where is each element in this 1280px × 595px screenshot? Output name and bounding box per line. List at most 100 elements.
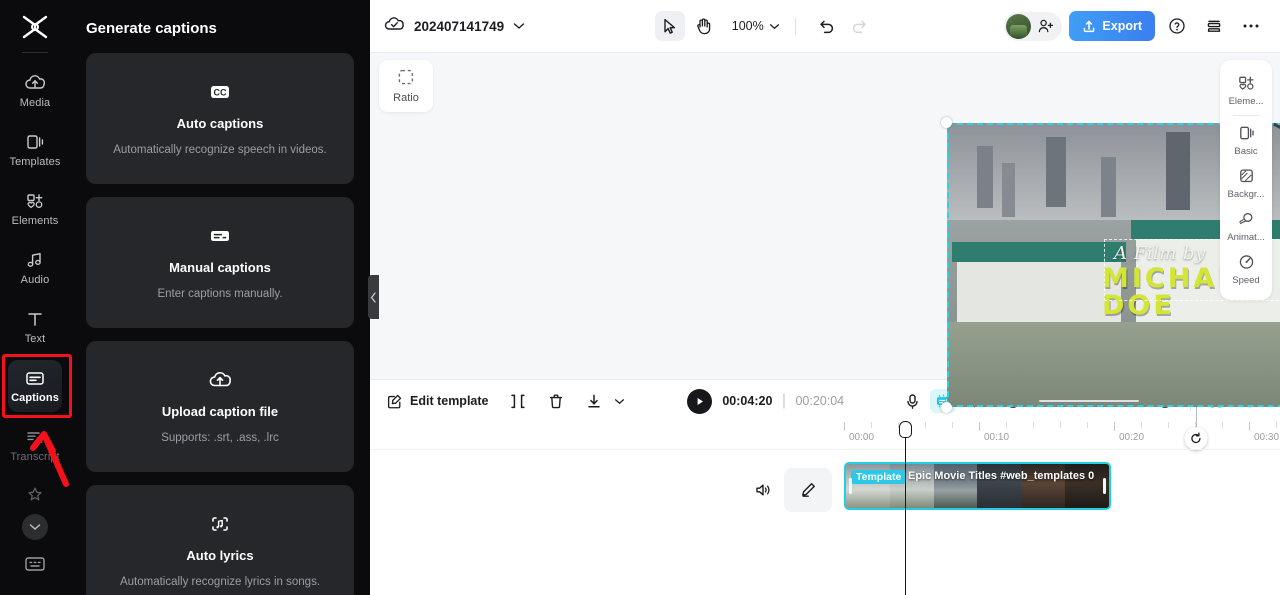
clip-trim-handle-right[interactable] <box>1103 478 1106 494</box>
sidebar-item-captions[interactable]: Captions <box>8 360 62 412</box>
elements-icon <box>24 191 46 211</box>
ruler-tick <box>1006 422 1007 428</box>
export-label: Export <box>1102 19 1142 33</box>
background-icon <box>1239 169 1253 183</box>
ruler-tick <box>871 422 872 428</box>
timeline-tracks: Template Epic Movie Titles #web_template… <box>370 421 1280 595</box>
templates-icon <box>24 132 46 152</box>
sidebar-item-label: Media <box>19 97 51 109</box>
playback-controls: 00:04:20 | 00:20:04 <box>687 388 844 414</box>
playhead-knob[interactable] <box>899 421 912 438</box>
timecode-separator: | <box>781 392 787 409</box>
track-header <box>370 468 832 512</box>
mute-button[interactable] <box>748 476 778 504</box>
tool-basic[interactable]: Basic <box>1222 118 1270 161</box>
playhead[interactable] <box>899 421 912 595</box>
undo-button[interactable] <box>811 11 841 41</box>
roof <box>951 242 1126 263</box>
clip-title: Epic Movie Titles #web_templates 0 <box>908 470 1095 482</box>
ruler-tick <box>1033 422 1034 428</box>
microphone-button[interactable] <box>897 387 927 415</box>
ruler-tick <box>1141 422 1142 428</box>
zoom-level-selector[interactable]: 100% <box>732 19 780 33</box>
zoom-level-value: 100% <box>731 19 764 33</box>
export-upload-icon <box>1084 20 1095 33</box>
ruler-label: 00:20 <box>1119 432 1145 443</box>
timeline: Edit template 00:04:20 | 00:20:04 00:00 … <box>370 379 1280 595</box>
animation-icon <box>1238 213 1252 225</box>
add-person-icon[interactable] <box>1037 18 1054 34</box>
download-icon <box>587 394 600 408</box>
layers-button[interactable] <box>1199 11 1229 41</box>
sidebar-shortcuts-button[interactable] <box>23 554 47 579</box>
basic-icon <box>1239 126 1254 140</box>
capcut-editor: Media Templates Elements Audio Text Capt… <box>0 0 1280 595</box>
download-dropdown-button[interactable] <box>605 387 635 415</box>
sidebar-expand-button[interactable] <box>22 514 48 540</box>
avatar[interactable] <box>1006 13 1032 39</box>
current-time: 00:04:20 <box>722 394 773 408</box>
pencil-icon <box>802 483 815 497</box>
preview-stage: Ratio A Film by MICHAEL DOE Eleme... Bas… <box>370 53 1280 450</box>
split-button[interactable] <box>503 387 533 415</box>
cloud-saved-icon[interactable] <box>384 15 405 37</box>
more-horizontal-icon <box>1243 24 1259 28</box>
manual-captions-card[interactable]: Manual captions Enter captions manually. <box>86 197 354 328</box>
tool-divider <box>1233 115 1259 116</box>
auto-captions-card[interactable]: CC Auto captions Automatically recognize… <box>86 53 354 184</box>
play-button[interactable] <box>687 388 713 414</box>
sidebar-item-media[interactable]: Media <box>8 65 62 117</box>
tool-speed[interactable]: Speed <box>1222 247 1270 290</box>
cloud-upload-icon <box>24 73 46 93</box>
project-name[interactable]: 202407141749 <box>414 19 504 34</box>
ratio-button[interactable]: Ratio <box>379 60 433 112</box>
card-title: Upload caption file <box>161 404 279 419</box>
star-icon <box>24 484 46 504</box>
more-options-button[interactable] <box>1236 11 1266 41</box>
ruler-tick <box>1168 422 1169 428</box>
building <box>1001 162 1015 217</box>
resize-handle-bottom-left[interactable] <box>941 402 952 413</box>
capcut-logo[interactable] <box>17 10 53 44</box>
select-tool-button[interactable] <box>654 11 685 41</box>
auto-lyrics-card[interactable]: Auto lyrics Automatically recognize lyri… <box>86 485 354 595</box>
redo-icon <box>852 20 866 34</box>
delete-button[interactable] <box>541 387 571 415</box>
tool-background[interactable]: Backgr... <box>1222 161 1270 204</box>
sidebar-item-audio[interactable]: Audio <box>8 242 62 294</box>
toolbar-divider <box>794 17 796 35</box>
panel-collapse-button[interactable] <box>368 275 379 319</box>
hand-tool-button[interactable] <box>689 11 719 41</box>
export-button[interactable]: Export <box>1069 11 1155 41</box>
ratio-label: Ratio <box>393 92 419 104</box>
sidebar-item-text[interactable]: Text <box>8 301 62 353</box>
track-edit-button[interactable] <box>784 468 832 512</box>
project-dropdown-button[interactable] <box>513 17 525 35</box>
edit-template-button[interactable]: Edit template <box>386 393 489 410</box>
ruler-tick <box>1060 422 1061 428</box>
sidebar-item-templates[interactable]: Templates <box>8 124 62 176</box>
redo-button[interactable] <box>845 11 875 41</box>
clip-trim-handle-left[interactable] <box>849 478 852 494</box>
card-title: Auto captions <box>176 116 264 131</box>
tool-animation[interactable]: Animat... <box>1222 204 1270 247</box>
sidebar-item-transcript[interactable]: Transcript <box>8 419 62 471</box>
main-area: 202407141749 100% Export Ratio A Film by… <box>370 0 1280 595</box>
sidebar-item-more-effects[interactable] <box>8 478 62 510</box>
help-button[interactable] <box>1162 11 1192 41</box>
timeline-ruler[interactable]: 00:00 00:10 00:20 00:30 00:40 00:50 <box>370 422 1280 450</box>
timeline-clip[interactable]: Template Epic Movie Titles #web_template… <box>844 462 1111 510</box>
play-icon <box>697 397 703 405</box>
tool-label: Backgr... <box>1227 189 1265 200</box>
left-sidebar: Media Templates Elements Audio Text Capt… <box>0 0 70 595</box>
ruler-label: 00:30 <box>1254 432 1280 443</box>
sidebar-item-elements[interactable]: Elements <box>8 183 62 235</box>
tool-elements[interactable]: Eleme... <box>1222 68 1270 111</box>
edit-template-icon <box>387 394 402 408</box>
ruler-tick <box>1087 422 1088 428</box>
collaborators[interactable] <box>1004 11 1063 41</box>
sidebar-item-label: Transcript <box>10 451 60 463</box>
upload-caption-file-card[interactable]: Upload caption file Supports: .srt, .ass… <box>86 341 354 472</box>
timeline-zoom-slider[interactable] <box>1039 400 1139 402</box>
resize-handle-top-left[interactable] <box>941 117 952 128</box>
